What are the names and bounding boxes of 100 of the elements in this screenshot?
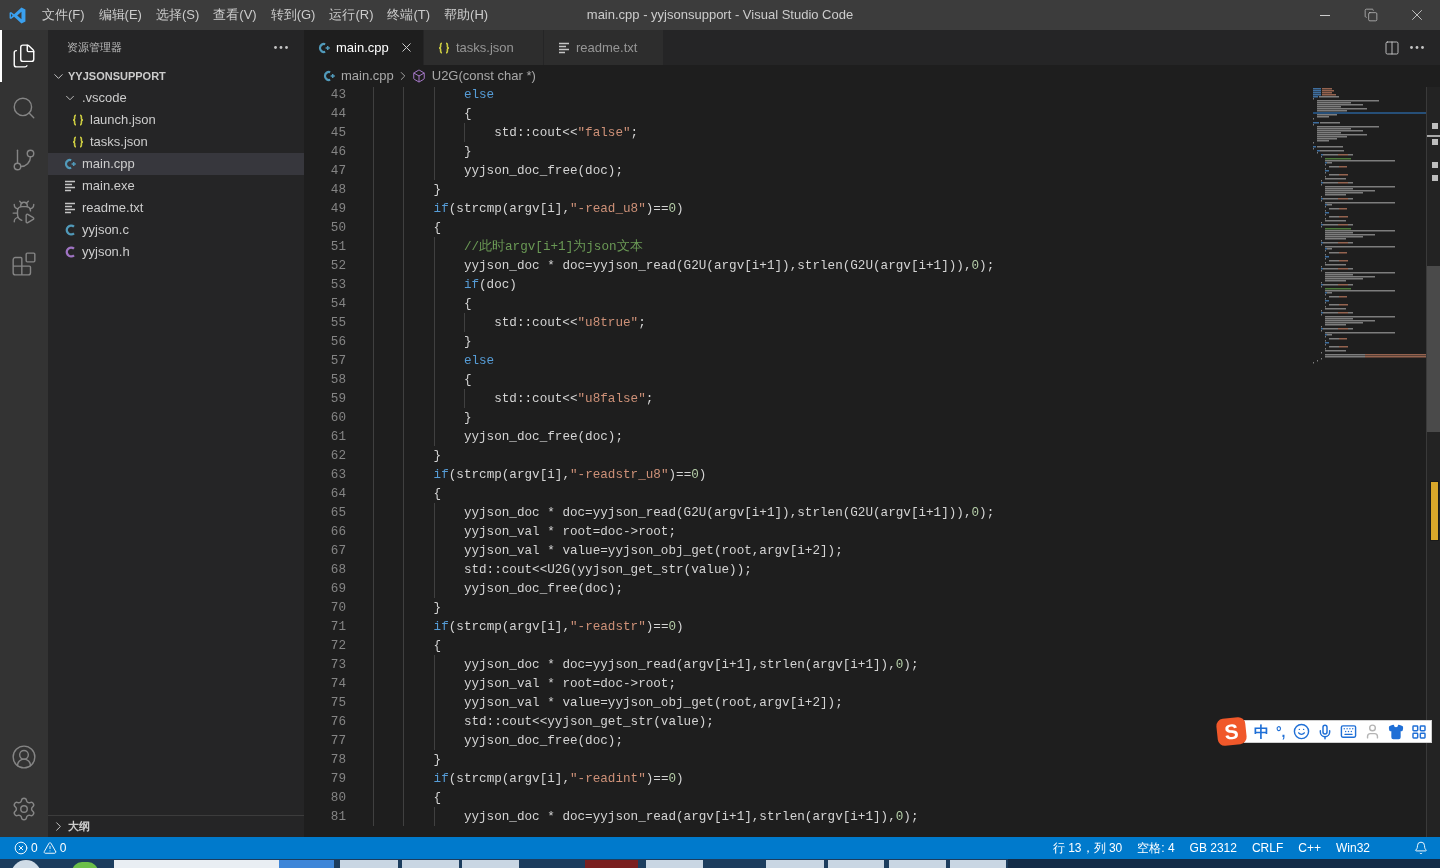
braces-icon <box>72 114 84 126</box>
line-number: 59 <box>330 390 346 408</box>
status-item[interactable]: C++ <box>1298 839 1321 857</box>
code-line: yyjson_doc * doc=yyjson_read(G2U(argv[i+1]),strlen(G2U(argv[i+1])),0); <box>463 257 995 275</box>
code-line: { <box>463 295 472 313</box>
code-line: yyjson_val * value=yyjson_obj_get(root,argv[i+2]); <box>463 542 843 560</box>
close-tab-button[interactable] <box>399 40 414 55</box>
breadcrumb-item[interactable]: U2G(const char *) <box>411 66 536 86</box>
line-number: 57 <box>330 352 346 370</box>
code-line: yyjson_val * value=yyjson_obj_get(root,argv[i+2]); <box>463 694 843 712</box>
close-icon <box>399 40 414 55</box>
section-header[interactable]: YYJSONSUPPORT <box>48 65 304 87</box>
code-line: std::cout<<"u8true"; <box>494 314 646 332</box>
line-number: 44 <box>330 105 346 123</box>
status-item[interactable]: CRLF <box>1251 839 1284 857</box>
menu-item[interactable]: 文件(F) <box>35 0 92 30</box>
status-item[interactable]: 空格: 4 <box>1137 839 1175 857</box>
line-number: 52 <box>330 257 346 275</box>
overview-ruler-mark <box>1432 175 1438 181</box>
line-number: 74 <box>330 675 346 693</box>
restore-icon <box>1364 8 1378 22</box>
input-mode-button[interactable]: 中 <box>1254 724 1269 739</box>
grid-icon[interactable] <box>1410 723 1427 740</box>
code-line: { <box>463 371 472 389</box>
breadcrumb-item[interactable]: main.cpp <box>323 66 394 86</box>
line-number: 43 <box>330 87 346 104</box>
status-item[interactable]: Win32 <box>1336 839 1370 857</box>
editor-tab[interactable]: readme.txt <box>544 30 664 65</box>
branch-icon <box>11 147 37 173</box>
blocks-icon <box>11 251 37 277</box>
code-line: { <box>433 219 442 237</box>
braces-icon <box>72 136 84 148</box>
logo-icon <box>9 6 26 24</box>
code-line: } <box>433 181 442 199</box>
code-line: std::cout<<U2G(yyjson_get_str(value)); <box>463 561 752 579</box>
file-tree-item[interactable]: yyjson.c <box>48 219 304 241</box>
code-line: yyjson_doc * doc=yyjson_read(G2U(argv[i+1]),strlen(G2U(argv[i+1])),0); <box>463 504 995 522</box>
file-tree-item[interactable]: launch.json <box>48 109 304 131</box>
scrollbar-thumb[interactable] <box>1427 266 1440 432</box>
line-number: 76 <box>330 713 346 731</box>
notifications-button[interactable] <box>1414 841 1428 855</box>
file-tree-item[interactable]: yyjson.h <box>48 241 304 263</box>
line-number: 72 <box>330 637 346 655</box>
warnings-button[interactable]: 0 <box>42 839 67 857</box>
line-number: 54 <box>330 295 346 313</box>
code-line: yyjson_doc_free(doc); <box>463 732 623 750</box>
line-number: 79 <box>330 770 346 788</box>
line-number: 50 <box>330 219 346 237</box>
menu-item[interactable]: 转到(G) <box>263 0 323 30</box>
menu-item[interactable]: 选择(S) <box>148 0 207 30</box>
line-number: 53 <box>330 276 346 294</box>
status-item[interactable]: 行 13，列 30 <box>1052 839 1123 857</box>
menu-item[interactable]: 运行(R) <box>322 0 381 30</box>
menu-item[interactable]: 终端(T) <box>380 0 438 30</box>
file-tree-item[interactable]: main.exe <box>48 175 304 197</box>
file-tree-item[interactable]: readme.txt <box>48 197 304 219</box>
code-line: else <box>463 352 495 370</box>
smiley-icon[interactable] <box>1292 723 1310 740</box>
cube-icon <box>411 69 426 83</box>
errors-button[interactable]: 0 <box>14 839 38 857</box>
line-number: 67 <box>330 542 346 560</box>
menu-item[interactable]: 查看(V) <box>206 0 264 30</box>
status-item[interactable]: GB 2312 <box>1189 839 1237 857</box>
punctuation-button[interactable]: °, <box>1276 724 1286 739</box>
line-number: 58 <box>330 371 346 389</box>
line-number: 65 <box>330 504 346 522</box>
editor-tab[interactable]: tasks.json <box>424 30 544 65</box>
code-line: std::cout<<"false"; <box>494 124 639 142</box>
code-line: } <box>433 751 442 769</box>
overview-ruler-mark <box>1432 123 1438 129</box>
split-editor-button[interactable] <box>1384 39 1400 56</box>
shirt-icon[interactable] <box>1387 723 1404 740</box>
more-actions-button[interactable] <box>274 46 288 49</box>
window-title: main.cpp - yyjsonsupport - Visual Studio Code <box>585 6 855 25</box>
line-number: 46 <box>330 143 346 161</box>
code-line: if(strcmp(argv[i],"-readstr_u8")==0) <box>433 466 707 484</box>
code-line: yyjson_doc_free(doc); <box>463 580 623 598</box>
sidebar-title: 资源管理器 <box>67 40 122 56</box>
more-icon <box>1410 46 1424 49</box>
line-number: 47 <box>330 162 346 180</box>
more-actions-button[interactable] <box>1410 46 1424 49</box>
code-line: std::cout<<"u8false"; <box>494 390 654 408</box>
line-number: 56 <box>330 333 346 351</box>
menu-item[interactable]: 帮助(H) <box>437 0 496 30</box>
line-number: 70 <box>330 599 346 617</box>
code-line: if(strcmp(argv[i],"-readint")==0) <box>433 770 684 788</box>
file-tree-item[interactable]: tasks.json <box>48 131 304 153</box>
code-line: } <box>463 143 472 161</box>
menu-item[interactable]: 编辑(E) <box>91 0 149 30</box>
line-number: 62 <box>330 447 346 465</box>
line-number: 60 <box>330 409 346 427</box>
line-number: 61 <box>330 428 346 446</box>
cpp-file-icon <box>318 41 330 54</box>
keyboard-icon[interactable] <box>1339 723 1357 740</box>
file-tree-item[interactable]: main.cpp <box>48 153 304 175</box>
code-line: //此时argv[i+1]为json文本 <box>463 238 643 256</box>
text-file-icon <box>64 202 76 214</box>
editor-tab[interactable]: main.cpp <box>304 30 424 65</box>
folder-tree-item[interactable]: .vscode <box>48 87 304 109</box>
minimap-drawing[interactable] <box>1313 88 1426 364</box>
